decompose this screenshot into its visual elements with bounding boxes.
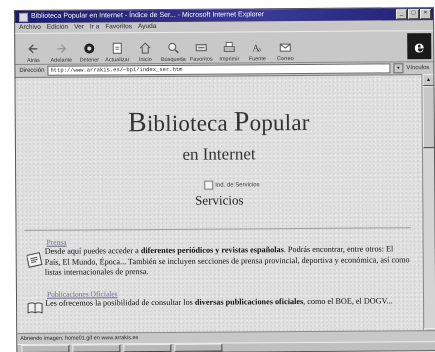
section-prensa: Prensa Desde aquí puedes acceder a difer…: [25, 235, 411, 278]
broken-image-icon: [204, 180, 214, 190]
services-image-placeholder[interactable]: Ind. de Servicios: [204, 180, 260, 190]
home-button[interactable]: Inicio: [133, 35, 157, 63]
scroll-up-button[interactable]: ▴: [422, 74, 435, 87]
print-icon: [223, 41, 235, 53]
section-publicaciones: Publicaciones Oficiales Les ofrecemos la…: [25, 287, 411, 314]
mail-label: Correo: [276, 56, 294, 63]
ie-brand-icon: e: [407, 33, 432, 60]
links-button[interactable]: Vínculos: [406, 65, 433, 71]
prensa-description: Desde aquí puedes acceder a diferentes p…: [44, 244, 410, 277]
section-divider: [24, 227, 411, 231]
favorites-button[interactable]: Favoritos: [189, 35, 213, 63]
menu-ver[interactable]: Ver: [74, 23, 84, 33]
stop-icon: [83, 42, 95, 54]
taskbar-button-2[interactable]: [72, 344, 121, 352]
mail-icon: [279, 41, 291, 53]
taskbar-button-4[interactable]: [174, 343, 223, 352]
stop-label: Detener: [79, 57, 100, 64]
newspaper-icon[interactable]: [26, 252, 43, 268]
mail-button[interactable]: Correo: [273, 34, 297, 62]
refresh-label: Actualizar: [105, 57, 130, 64]
search-button[interactable]: Búsqueda: [160, 35, 186, 63]
window-title: Biblioteca Popular en Internet - Índice …: [31, 11, 265, 20]
print-button[interactable]: Imprimir: [217, 34, 241, 63]
minimize-button[interactable]: _: [396, 9, 408, 20]
svg-text:a: a: [258, 47, 261, 53]
font-icon: Aa: [251, 41, 263, 53]
refresh-icon: [111, 42, 123, 54]
taskbar-button-3[interactable]: [123, 343, 172, 352]
maximize-button[interactable]: □: [408, 9, 420, 20]
home-label: Inicio: [138, 57, 152, 64]
ie-app-icon: [19, 12, 29, 22]
monitor-photo: Biblioteca Popular en Internet - Índice …: [0, 0, 435, 352]
page-content: Biblioteca Popular en Internet Ind. de S…: [15, 74, 424, 344]
back-button[interactable]: Atrás: [21, 36, 45, 64]
menu-edicion[interactable]: Edición: [47, 23, 68, 33]
home-icon: [139, 42, 151, 54]
site-subtitle: en Internet: [182, 144, 256, 164]
menu-ir-a[interactable]: Ir a: [90, 22, 99, 32]
font-label: Fuente: [248, 56, 266, 63]
status-text: Abriendo imagen: home01.gif en www.arrak…: [20, 335, 139, 342]
taskbar-button-1[interactable]: [21, 344, 70, 352]
site-title-line1: Biblioteca Popular: [127, 106, 310, 139]
book-icon[interactable]: [27, 300, 43, 316]
menu-archivo[interactable]: Archivo: [19, 23, 41, 33]
toolbar: Atrás Adelante Detener Actualizar Inicio…: [15, 30, 434, 65]
forward-button[interactable]: Adelante: [49, 36, 73, 64]
refresh-button[interactable]: Actualizar: [105, 35, 129, 63]
address-label: Dirección: [19, 67, 45, 74]
favorites-icon: [195, 42, 207, 54]
browser-window: Biblioteca Popular en Internet - Índice …: [14, 7, 435, 352]
back-arrow-icon: [27, 43, 39, 55]
menu-ayuda[interactable]: Ayuda: [138, 22, 156, 32]
address-dropdown-button[interactable]: ▾: [393, 63, 404, 74]
vertical-scrollbar[interactable]: ▴ ▾: [421, 74, 435, 341]
services-heading: Servicios: [195, 192, 244, 208]
forward-arrow-icon: [55, 43, 67, 55]
stop-button[interactable]: Detener: [77, 35, 101, 64]
back-label: Atrás: [26, 57, 40, 64]
favorites-label: Favoritos: [190, 56, 213, 63]
search-icon: [167, 42, 179, 54]
site-title: Biblioteca Popular en Internet: [16, 105, 422, 166]
print-label: Imprimir: [219, 56, 240, 63]
font-button[interactable]: Aa Fuente: [245, 34, 269, 62]
forward-label: Adelante: [50, 57, 73, 64]
window-controls: _ □ ×: [396, 9, 433, 20]
menu-favoritos[interactable]: Favoritos: [105, 22, 132, 32]
close-button[interactable]: ×: [420, 9, 432, 20]
services-image-label: Ind. de Servicios: [215, 181, 260, 189]
scroll-thumb[interactable]: [422, 86, 435, 149]
taskbar: [17, 341, 435, 352]
search-label: Búsqueda: [160, 56, 186, 63]
publicaciones-description: Les ofrecemos la posibilidad de consulta…: [45, 296, 393, 308]
